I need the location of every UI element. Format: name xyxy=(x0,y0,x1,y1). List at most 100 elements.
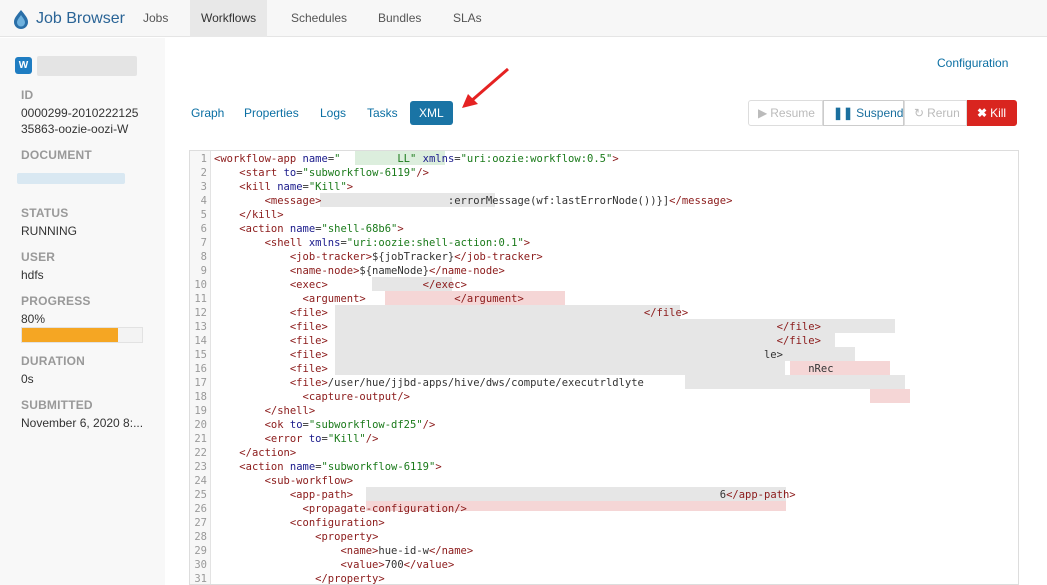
line-number: 6 xyxy=(200,223,207,235)
submitted-label: SUBMITTED xyxy=(21,398,93,412)
code-line: 20 <ok to="subworkflow-df25"/> xyxy=(190,418,1018,432)
code-line: 29 <name>hue-id-w</name> xyxy=(190,544,1018,558)
line-number: 19 xyxy=(194,405,207,417)
line-number: 18 xyxy=(194,391,207,403)
code-line: 17 <file>/user/hue/jjbd-apps/hive/dws/co… xyxy=(190,376,1018,390)
line-number: 10 xyxy=(194,279,207,291)
progress-bar xyxy=(21,327,143,343)
code-text: <name-node>${nameNode}</name-node> xyxy=(289,265,505,277)
code-line: 11 <argument> </argument> xyxy=(190,292,1018,306)
line-number: 22 xyxy=(194,447,207,459)
rerun-label: Rerun xyxy=(927,106,960,120)
code-text: <app-path> 6</app-path> xyxy=(289,489,796,501)
user-label: USER xyxy=(21,250,56,264)
code-line: 21 <error to="Kill"/> xyxy=(190,432,1018,446)
user-value: hdfs xyxy=(21,268,44,282)
code-line: 6 <action name="shell-68b6"> xyxy=(190,222,1018,236)
code-text: <argument> </argument> xyxy=(302,293,524,305)
nav-jobs[interactable]: Jobs xyxy=(132,0,179,37)
nav-schedules[interactable]: Schedules xyxy=(280,0,358,37)
refresh-icon: ↻ xyxy=(914,106,925,120)
code-line: 26 <propagate-configuration/> xyxy=(190,502,1018,516)
suspend-label: Suspend xyxy=(856,106,904,120)
code-line: 10 <exec> </exec> xyxy=(190,278,1018,292)
line-number: 11 xyxy=(194,293,207,305)
status-value: RUNNING xyxy=(21,224,77,238)
code-line: 8 <job-tracker>${jobTracker}</job-tracke… xyxy=(190,250,1018,264)
code-line: 7 <shell xmlns="uri:oozie:shell-action:0… xyxy=(190,236,1018,250)
code-line: 22 </action> xyxy=(190,446,1018,460)
code-text: <capture-output/> xyxy=(302,391,410,403)
code-line: 14 <file> </file> xyxy=(190,334,1018,348)
nav-bundles[interactable]: Bundles xyxy=(367,0,432,37)
resume-button[interactable]: ▶ Resume xyxy=(748,100,823,126)
rerun-button[interactable]: ↻ Rerun xyxy=(904,100,967,126)
tab-tasks[interactable]: Tasks xyxy=(358,101,407,125)
code-text: <message> :errorMessage(wf:lastErrorNode… xyxy=(264,195,733,207)
annotation-arrow-icon xyxy=(462,67,509,108)
line-number: 9 xyxy=(200,265,207,277)
code-text: <propagate-configuration/> xyxy=(302,503,467,515)
id-label: ID xyxy=(21,88,34,102)
top-navbar: Job Browser Jobs Workflows Schedules Bun… xyxy=(0,0,1047,37)
document-link-redacted[interactable] xyxy=(17,173,125,184)
code-line: 28 <property> xyxy=(190,530,1018,544)
code-line: 18 <capture-output/> xyxy=(190,390,1018,404)
status-label: STATUS xyxy=(21,206,69,220)
submitted-value: November 6, 2020 8:... xyxy=(21,416,144,430)
workflow-name-redacted xyxy=(37,56,137,76)
tab-xml[interactable]: XML xyxy=(410,101,453,125)
line-number: 28 xyxy=(194,531,207,543)
line-number: 20 xyxy=(194,419,207,431)
code-line: 24 <sub-workflow> xyxy=(190,474,1018,488)
line-number: 26 xyxy=(194,503,207,515)
code-line: 13 <file> </file> xyxy=(190,320,1018,334)
tab-properties[interactable]: Properties xyxy=(235,101,308,125)
code-line: 4 <message> :errorMessage(wf:lastErrorNo… xyxy=(190,194,1018,208)
duration-value: 0s xyxy=(21,372,34,386)
code-line: 27 <configuration> xyxy=(190,516,1018,530)
tab-graph[interactable]: Graph xyxy=(182,101,233,125)
progress-bar-fill xyxy=(22,328,118,342)
brand[interactable]: Job Browser xyxy=(12,0,125,37)
suspend-button[interactable]: ❚❚ Suspend xyxy=(823,100,904,126)
nav-slas[interactable]: SLAs xyxy=(442,0,493,37)
nav-workflows[interactable]: Workflows xyxy=(190,0,268,37)
id-value-line1: 0000299-2010222125 xyxy=(21,106,139,120)
code-text: <action name="subworkflow-6119"> xyxy=(239,461,442,473)
code-text: <file> </file> xyxy=(289,335,821,347)
progress-label: PROGRESS xyxy=(21,294,91,308)
xml-code-viewer[interactable]: 1 <workflow-app name=" LL" xmlns="uri:ooz… xyxy=(189,150,1019,585)
code-line: 2 <start to="subworkflow-6119"/> xyxy=(190,166,1018,180)
configuration-link[interactable]: Configuration xyxy=(937,56,1008,70)
code-line: 9 <name-node>${nameNode}</name-node> xyxy=(190,264,1018,278)
code-text: <sub-workflow> xyxy=(264,475,354,487)
app-title: Job Browser xyxy=(36,9,125,27)
code-text: <error to="Kill"/> xyxy=(264,433,379,445)
code-text: <file>/user/hue/jjbd-apps/hive/dws/compu… xyxy=(289,377,644,389)
line-number: 5 xyxy=(200,209,207,221)
id-value-line2: 35863-oozie-oozi-W xyxy=(21,122,129,136)
resume-label: Resume xyxy=(770,106,815,120)
play-icon: ▶ xyxy=(758,106,768,120)
code-text: <value>700</value> xyxy=(340,559,455,571)
code-text: </property> xyxy=(315,573,385,585)
line-number: 17 xyxy=(194,377,207,389)
code-text: <configuration> xyxy=(289,517,385,529)
code-line: 1 <workflow-app name=" LL" xmlns="uri:ooz… xyxy=(190,152,1018,166)
line-number: 12 xyxy=(194,307,207,319)
job-sidebar: W ID 0000299-2010222125 35863-oozie-oozi… xyxy=(0,38,165,585)
code-text: <property> xyxy=(315,531,379,543)
tab-logs[interactable]: Logs xyxy=(311,101,355,125)
line-number: 2 xyxy=(200,167,207,179)
kill-button[interactable]: ✖ Kill xyxy=(967,100,1017,126)
code-text: </action> xyxy=(239,447,297,459)
duration-label: DURATION xyxy=(21,354,86,368)
line-number: 7 xyxy=(200,237,207,249)
code-text: <workflow-app name=" LL" xmlns="uri:oozi… xyxy=(214,153,619,165)
code-line: 15 <file> le> xyxy=(190,348,1018,362)
code-line: 3 <kill name="Kill"> xyxy=(190,180,1018,194)
kill-label: Kill xyxy=(990,106,1007,120)
code-text: <job-tracker>${jobTracker}</job-tracker> xyxy=(289,251,543,263)
hue-logo-icon xyxy=(14,9,28,29)
